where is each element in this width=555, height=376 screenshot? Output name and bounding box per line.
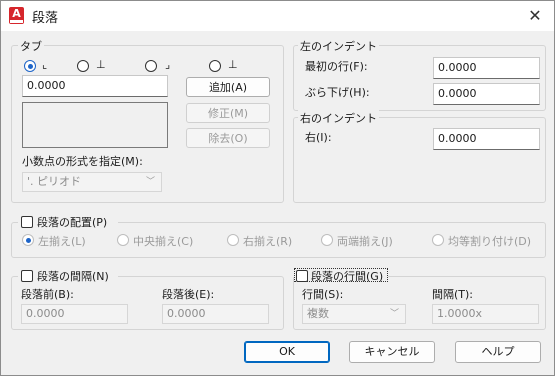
align-justify-label: 両端揃え(J) — [337, 235, 393, 248]
right-label: 右(I): — [305, 131, 332, 144]
tab-decimal-icon: ⊥ — [228, 58, 238, 71]
first-line-input[interactable]: 0.0000 — [433, 57, 540, 79]
right-indent-input[interactable]: 0.0000 — [433, 128, 540, 150]
tab-center-icon: ⊥ — [96, 58, 106, 71]
alignment-label: 段落の配置(P) — [37, 216, 108, 229]
hanging-label: ぶら下げ(H): — [305, 86, 370, 99]
title-bar — [1, 1, 554, 31]
modify-tab-button[interactable]: 修正(M) — [186, 103, 270, 123]
window-title: 段落 — [32, 11, 59, 26]
add-tab-button[interactable]: 追加(A) — [186, 77, 270, 97]
tab-type-left-radio[interactable] — [24, 60, 36, 72]
before-label: 段落前(B): — [21, 288, 74, 301]
cancel-button[interactable]: キャンセル — [349, 341, 435, 363]
right-indent-label: 右のインデント — [298, 110, 379, 126]
tab-type-decimal-radio[interactable] — [209, 60, 221, 72]
app-icon-letter: A — [12, 7, 21, 20]
after-input[interactable]: 0.0000 — [162, 304, 269, 324]
line-spacing-value: 複数 — [307, 307, 329, 320]
left-indent-label: 左のインデント — [298, 38, 379, 54]
align-distribute-label: 均等割り付け(D) — [448, 235, 532, 248]
decimal-format-label: 小数点の形式を指定(M): — [22, 155, 143, 168]
hanging-input[interactable]: 0.0000 — [433, 83, 540, 105]
align-left-label: 左揃え(L) — [38, 235, 86, 248]
after-label: 段落後(E): — [162, 288, 215, 301]
align-left-radio[interactable] — [22, 234, 34, 246]
tab-type-right-radio[interactable] — [145, 60, 157, 72]
align-right-label: 右揃え(R) — [243, 235, 293, 248]
align-center-radio[interactable] — [117, 234, 129, 246]
align-justify-radio[interactable] — [321, 234, 333, 246]
ok-button[interactable]: OK — [244, 341, 330, 363]
tab-right-icon: ⌟ — [165, 58, 171, 71]
autocad-app-icon: A — [9, 7, 24, 24]
tab-position-input[interactable]: 0.0000 — [22, 75, 168, 97]
alignment-checkbox[interactable] — [21, 216, 33, 228]
chevron-down-icon: ﹀ — [145, 177, 155, 187]
chevron-down-icon: ﹀ — [389, 309, 399, 319]
line-spacing-checkbox[interactable] — [296, 270, 308, 282]
tab-left-icon: ⌞ — [42, 58, 48, 71]
tab-type-center-radio[interactable] — [77, 60, 89, 72]
line-spacing-label: 段落の行間(G) — [311, 270, 384, 283]
interval-label: 間隔(T): — [432, 288, 474, 301]
tab-group-label: タブ — [18, 38, 44, 54]
spacing-checkbox[interactable] — [21, 270, 33, 282]
tab-list[interactable] — [22, 102, 168, 148]
close-icon[interactable]: ✕ — [525, 6, 545, 26]
decimal-format-select[interactable]: '. ピリオド ﹀ — [22, 172, 162, 192]
line-spacing-type-label: 行間(S): — [302, 288, 344, 301]
align-center-label: 中央揃え(C) — [133, 235, 194, 248]
interval-input[interactable]: 1.0000x — [432, 304, 539, 324]
before-input[interactable]: 0.0000 — [21, 304, 128, 324]
delete-tab-button[interactable]: 除去(O) — [186, 128, 270, 148]
spacing-label: 段落の間隔(N) — [37, 270, 109, 283]
align-distribute-radio[interactable] — [432, 234, 444, 246]
help-button[interactable]: ヘルプ — [455, 341, 541, 363]
align-right-radio[interactable] — [227, 234, 239, 246]
decimal-format-value: '. ピリオド — [27, 175, 82, 188]
line-spacing-select[interactable]: 複数 ﹀ — [302, 304, 406, 324]
first-line-label: 最初の行(F): — [305, 60, 368, 73]
